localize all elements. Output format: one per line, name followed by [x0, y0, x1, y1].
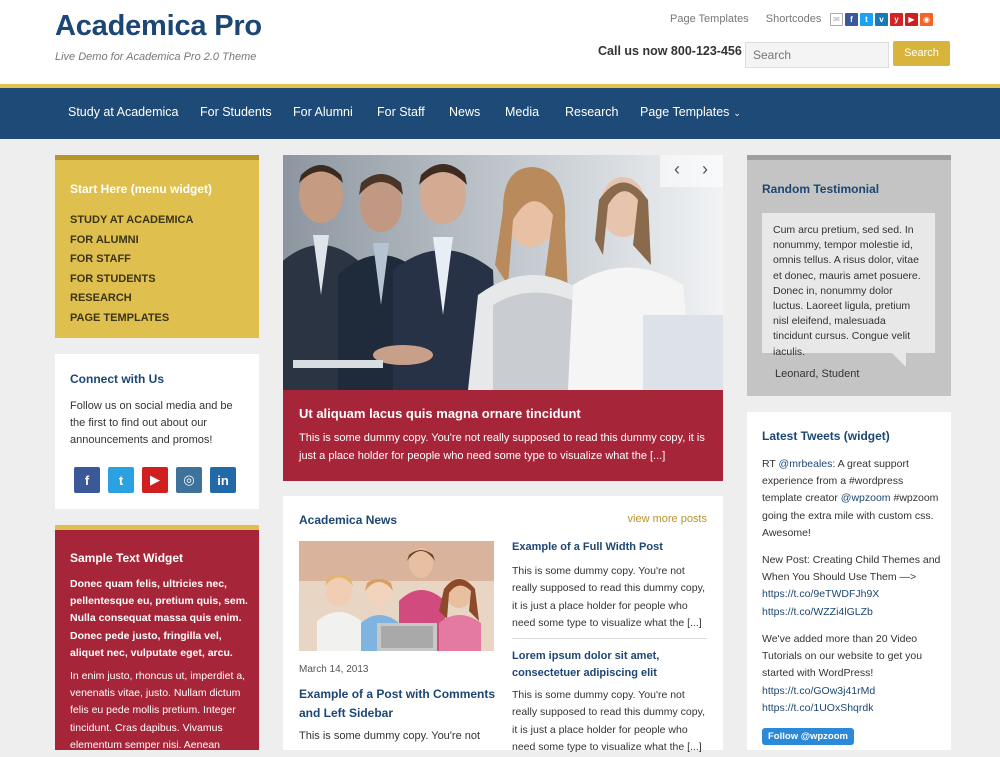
search-button[interactable]: Search	[893, 41, 950, 66]
menu-item-students[interactable]: FOR STUDENTS	[70, 270, 193, 290]
sample-title: Sample Text Widget	[70, 551, 184, 565]
tweet-3-link-1[interactable]: https://t.co/GOw3j41rMd	[762, 683, 944, 700]
menu-widget-title: Start Here (menu widget)	[70, 182, 213, 196]
yelp-icon[interactable]: y	[890, 13, 903, 26]
facebook-icon[interactable]: f	[845, 13, 858, 26]
slide-text: This is some dummy copy. You're not real…	[299, 432, 705, 462]
facebook-icon[interactable]: f	[74, 467, 100, 493]
nav-media[interactable]: Media	[505, 88, 539, 139]
connect-text: Follow us on social media and be the fir…	[70, 400, 233, 446]
news-post-2-title[interactable]: Lorem ipsum dolor sit amet, consectetuer…	[512, 648, 707, 681]
call-us-text: Call us now 800-123-456	[598, 44, 742, 58]
menu-item-study[interactable]: STUDY AT ACADEMICA	[70, 211, 193, 231]
news-left-post-title[interactable]: Example of a Post with Comments and Left…	[299, 685, 499, 723]
twitter-icon[interactable]: t	[108, 467, 134, 493]
featured-slider: Ut aliquam lacus quis magna ornare tinci…	[283, 155, 723, 481]
vimeo-icon[interactable]: v	[875, 13, 888, 26]
menu-widget: Start Here (menu widget) STUDY AT ACADEM…	[55, 155, 259, 338]
connect-social-row: f t ▶ ◎ in	[74, 467, 236, 493]
news-widget: Academica News view more posts March 14,…	[283, 496, 723, 753]
nav-page-templates[interactable]: Page Templates ⌄	[640, 88, 741, 139]
tweet-1-handle-2[interactable]: @wpzoom	[841, 492, 891, 504]
top-link-page-templates[interactable]: Page Templates	[670, 13, 749, 25]
follow-button[interactable]: Follow @wpzoom	[762, 728, 854, 745]
search-input[interactable]	[745, 42, 889, 68]
news-title: Academica News	[299, 513, 398, 527]
main-nav: Study at Academica For Students For Alum…	[0, 88, 1000, 139]
tweet-2-link-1[interactable]: https://t.co/9eTWDFJh9X	[762, 586, 944, 603]
menu-item-research[interactable]: RESEARCH	[70, 289, 193, 309]
tweet-2: New Post: Creating Child Themes and When…	[762, 552, 944, 621]
slide-image[interactable]	[283, 155, 723, 390]
twitter-icon[interactable]: t	[860, 13, 873, 26]
tweet-3-link-2[interactable]: https://t.co/1UOxShqrdk	[762, 700, 944, 717]
sample-paragraph-1: Donec quam felis, ultricies nec, pellent…	[70, 578, 248, 659]
menu-item-staff[interactable]: FOR STAFF	[70, 250, 193, 270]
news-image[interactable]	[299, 541, 494, 651]
news-post-2-text: This is some dummy copy. You're not real…	[512, 689, 705, 754]
slide-title[interactable]: Ut aliquam lacus quis magna ornare tinci…	[299, 406, 581, 421]
nav-for-staff[interactable]: For Staff	[377, 88, 425, 139]
linkedin-icon[interactable]: in	[210, 467, 236, 493]
instagram-icon[interactable]: ◎	[176, 467, 202, 493]
top-links: Page Templates Shortcodes	[670, 13, 835, 25]
nav-for-alumni[interactable]: For Alumni	[293, 88, 353, 139]
mail-icon[interactable]: ✉	[830, 13, 843, 26]
slider-controls: ‹ ›	[660, 155, 723, 187]
testimonial-title: Random Testimonial	[762, 182, 880, 196]
site-tagline: Live Demo for Academica Pro 2.0 Theme	[55, 51, 257, 63]
tweet-2-text: New Post: Creating Child Themes and When…	[762, 554, 941, 584]
testimonial-author: Leonard, Student	[775, 368, 860, 380]
tweet-1-handle[interactable]: @mrbeales	[779, 458, 833, 470]
view-more-posts-link[interactable]: view more posts	[628, 513, 707, 525]
tweet-1: RT @mrbeales: A great support experience…	[762, 456, 944, 542]
news-date: March 14, 2013	[299, 664, 369, 675]
menu-item-alumni[interactable]: FOR ALUMNI	[70, 231, 193, 251]
nav-page-templates-label: Page Templates	[640, 105, 730, 119]
nav-research[interactable]: Research	[565, 88, 619, 139]
site-title[interactable]: Academica Pro	[55, 10, 262, 43]
connect-widget: Connect with Us Follow us on social medi…	[55, 354, 259, 509]
news-post-1-title[interactable]: Example of a Full Width Post	[512, 541, 663, 553]
youtube-icon[interactable]: ▶	[905, 13, 918, 26]
tweet-1-prefix: RT	[762, 458, 779, 470]
sample-text-widget: Sample Text Widget Donec quam felis, ult…	[55, 525, 259, 751]
news-divider	[512, 638, 707, 639]
top-link-shortcodes[interactable]: Shortcodes	[766, 13, 822, 25]
quote-tail	[892, 353, 906, 367]
header-social-icons: ✉ f t v y ▶ ◉	[830, 13, 933, 26]
rss-icon[interactable]: ◉	[920, 13, 933, 26]
news-left-excerpt: This is some dummy copy. You're not	[299, 730, 481, 742]
tweet-3-text: We've added more than 20 Video Tutorials…	[762, 633, 923, 680]
menu-item-page-templates[interactable]: PAGE TEMPLATES	[70, 309, 193, 329]
sample-paragraph-2: In enim justo, rhoncus ut, imperdiet a, …	[70, 670, 246, 751]
youtube-icon[interactable]: ▶	[142, 467, 168, 493]
testimonial-quote: Cum arcu pretium, sed sed. In nonummy, t…	[762, 213, 935, 358]
tweets-widget: Latest Tweets (widget) RT @mrbeales: A g…	[747, 412, 951, 750]
connect-title: Connect with Us	[70, 372, 165, 386]
tweets-title: Latest Tweets (widget)	[762, 429, 890, 443]
tweet-3: We've added more than 20 Video Tutorials…	[762, 631, 944, 717]
site-header: Academica Pro Live Demo for Academica Pr…	[0, 0, 1000, 88]
slider-prev-icon[interactable]: ‹	[674, 159, 680, 180]
slider-next-icon[interactable]: ›	[702, 159, 708, 180]
nav-study-at-academica[interactable]: Study at Academica	[68, 88, 178, 139]
nav-for-students[interactable]: For Students	[200, 88, 272, 139]
menu-widget-list: STUDY AT ACADEMICA FOR ALUMNI FOR STAFF …	[70, 211, 193, 329]
chevron-down-icon: ⌄	[733, 108, 741, 118]
testimonial-widget: Random Testimonial Cum arcu pretium, sed…	[747, 155, 951, 396]
tweet-2-link-2[interactable]: https://t.co/WZZi4lGLZb	[762, 604, 944, 621]
news-post-1-text: This is some dummy copy. You're not real…	[512, 565, 705, 630]
nav-news[interactable]: News	[449, 88, 480, 139]
